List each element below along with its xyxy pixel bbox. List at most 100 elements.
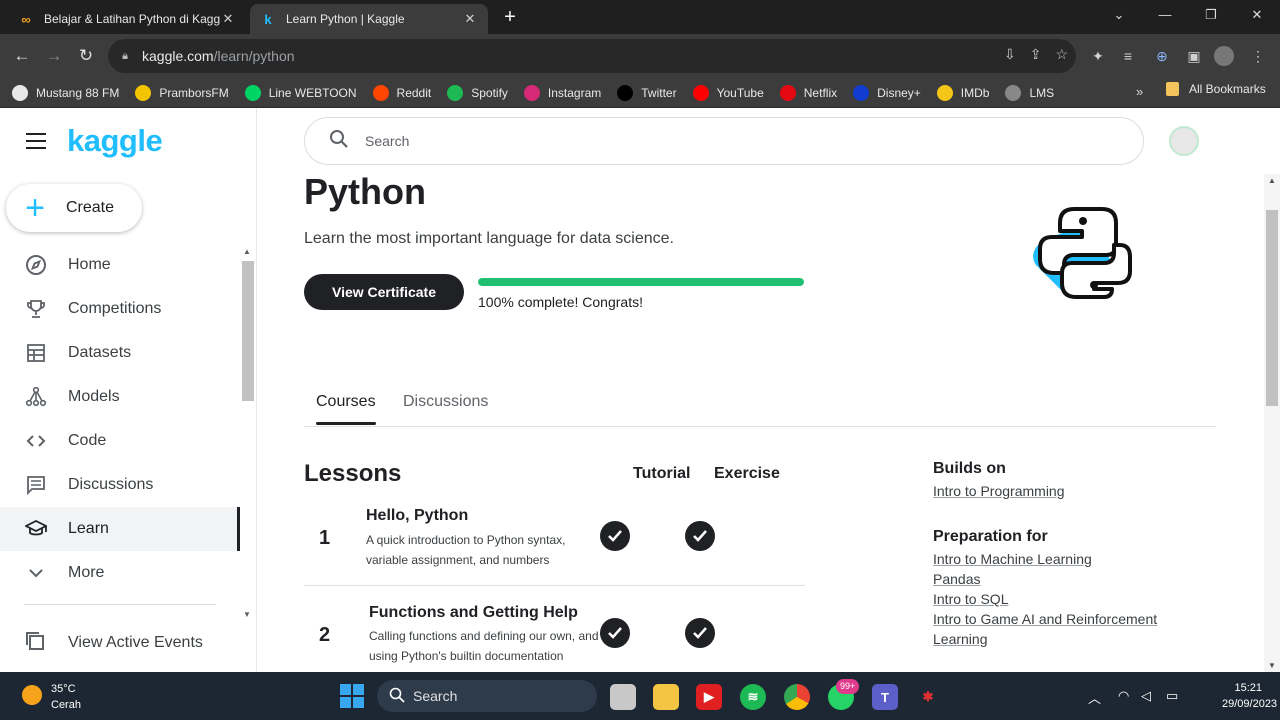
taskbar-clock[interactable]: 15:21 29/09/2023	[1222, 680, 1277, 712]
bookmark-netflix[interactable]: Netflix	[779, 84, 837, 101]
bookmark-label: IMDb	[960, 85, 990, 100]
exercise-complete-check-icon[interactable]	[685, 521, 715, 551]
profile-avatar[interactable]	[1214, 46, 1234, 66]
downloads-icon[interactable]: ⊕	[1152, 46, 1172, 66]
sidebar-item-home[interactable]: Home	[0, 243, 240, 287]
search-bar[interactable]	[304, 117, 1144, 165]
weather-sun-icon[interactable]	[22, 685, 42, 705]
sidebar-scrollbar[interactable]: ▲ ▼	[240, 245, 254, 621]
create-button[interactable]: + Create	[6, 184, 142, 232]
exercise-complete-check-icon[interactable]	[685, 618, 715, 648]
tab-discussions[interactable]: Discussions	[403, 393, 488, 423]
user-avatar[interactable]	[1169, 126, 1199, 156]
sidebar-item-discussions[interactable]: Discussions	[0, 463, 240, 507]
sidebar-item-models[interactable]: Models	[0, 375, 240, 419]
scroll-down-arrow-icon[interactable]: ▼	[1268, 661, 1276, 670]
view-active-events-link[interactable]: View Active Events	[0, 621, 203, 665]
bookmark-twitter[interactable]: Twitter	[617, 84, 677, 101]
preparation-link[interactable]: Intro to SQL	[933, 589, 1008, 609]
lesson-row[interactable]: 1 Hello, Python A quick introduction to …	[304, 501, 805, 598]
start-button[interactable]	[340, 684, 364, 708]
sidebar-item-learn[interactable]: Learn	[0, 507, 240, 551]
preparation-link[interactable]: Pandas	[933, 569, 980, 589]
lessons-heading: Lessons	[304, 460, 402, 487]
bookmarks-bar: Mustang 88 FM PramborsFM Line WEBTOON Reddi…	[0, 78, 1280, 108]
close-tab-icon[interactable]: ✕	[462, 11, 478, 27]
scroll-down-arrow-icon[interactable]: ▼	[243, 610, 251, 619]
bookmark-disney-[interactable]: Disney+	[853, 84, 921, 101]
scrollbar-thumb[interactable]	[242, 261, 254, 401]
browser-tab-active[interactable]: k Learn Python | Kaggle ✕	[250, 4, 488, 34]
bookmark-star-icon[interactable]: ☆	[1055, 46, 1068, 63]
taskbar-search[interactable]: Search	[377, 680, 597, 712]
sidebar-item-competitions[interactable]: Competitions	[0, 287, 240, 331]
scroll-up-arrow-icon[interactable]: ▲	[1268, 176, 1276, 185]
file-explorer-icon[interactable]	[653, 684, 679, 710]
side-panel-icon[interactable]: ▣	[1184, 46, 1204, 66]
forward-button[interactable]: →	[42, 44, 66, 68]
reload-button[interactable]: ↻	[74, 44, 98, 68]
browser-tab-strip: ∞ Belajar & Latihan Python di Kagg ✕ k L…	[0, 0, 1280, 34]
close-tab-icon[interactable]: ✕	[220, 11, 236, 27]
bookmark-mustang-88-fm[interactable]: Mustang 88 FM	[12, 84, 119, 101]
sidebar-item-code[interactable]: Code	[0, 419, 240, 463]
lesson-title[interactable]: Functions and Getting Help	[369, 604, 578, 622]
all-bookmarks-button[interactable]: All Bookmarks	[1166, 82, 1266, 96]
youtube-app-icon[interactable]: ▶	[696, 684, 722, 710]
site-info-icon[interactable]: 🔒︎	[108, 50, 142, 63]
bookmark-reddit[interactable]: Reddit	[372, 84, 431, 101]
browser-menu-icon[interactable]: ⋮	[1248, 46, 1268, 66]
lesson-title[interactable]: Hello, Python	[366, 507, 468, 525]
tutorial-complete-check-icon[interactable]	[600, 618, 630, 648]
restore-button[interactable]: ❐	[1188, 0, 1234, 34]
share-icon[interactable]: ⇪	[1030, 46, 1042, 63]
bookmark-pramborsfm[interactable]: PramborsFM	[135, 84, 229, 101]
chrome-app-icon[interactable]	[784, 684, 810, 710]
search-input[interactable]	[365, 133, 1065, 149]
bookmark-line-webtoon[interactable]: Line WEBTOON	[244, 84, 357, 101]
preparation-link[interactable]: Learning	[933, 629, 988, 649]
tutorial-column-header: Tutorial	[633, 465, 691, 482]
task-view-icon[interactable]	[610, 684, 636, 710]
sidebar-item-more[interactable]: More	[0, 551, 240, 595]
builds-on-link[interactable]: Intro to Programming	[933, 481, 1065, 501]
sidebar-nav: Home Competitions Datasets Models Code Discus…	[0, 243, 240, 595]
new-tab-button[interactable]: +	[498, 6, 522, 30]
view-certificate-button[interactable]: View Certificate	[304, 274, 464, 310]
tab-courses[interactable]: Courses	[316, 393, 376, 425]
course-progress-bar	[478, 278, 804, 286]
page-scrollbar[interactable]: ▲ ▼	[1264, 174, 1280, 672]
weather-widget[interactable]: 35°C Cerah	[51, 681, 81, 713]
bookmark-youtube[interactable]: YouTube	[692, 84, 764, 101]
close-window-button[interactable]: ✕	[1234, 0, 1280, 34]
bug-app-icon[interactable]: ✱	[915, 684, 941, 710]
lms-icon	[1005, 84, 1022, 101]
browser-tab-inactive[interactable]: ∞ Belajar & Latihan Python di Kagg ✕	[8, 4, 246, 34]
spotify-app-icon[interactable]: ≋	[740, 684, 766, 710]
install-app-icon[interactable]: ⇩	[1004, 46, 1016, 63]
bookmark-lms[interactable]: LMS	[1005, 84, 1054, 101]
preparation-link[interactable]: Intro to Game AI and Reinforcement	[933, 609, 1157, 629]
minimize-button[interactable]: —	[1142, 0, 1188, 34]
back-button[interactable]: ←	[10, 44, 34, 68]
show-hidden-icons-chevron-icon[interactable]: ︿	[1088, 688, 1101, 707]
scrollbar-thumb[interactable]	[1266, 210, 1278, 406]
bookmarks-overflow-button[interactable]: »	[1136, 84, 1143, 99]
tutorial-complete-check-icon[interactable]	[600, 521, 630, 551]
bookmark-spotify[interactable]: Spotify	[447, 84, 508, 101]
hamburger-menu-icon[interactable]	[26, 133, 46, 154]
sidebar-item-datasets[interactable]: Datasets	[0, 331, 240, 375]
wifi-icon[interactable]: ◠	[1118, 688, 1129, 704]
scroll-up-arrow-icon[interactable]: ▲	[243, 247, 251, 256]
tab-search-icon[interactable]: ⌄	[1096, 0, 1142, 34]
volume-icon[interactable]: ◁	[1141, 688, 1151, 704]
preparation-link[interactable]: Intro to Machine Learning	[933, 549, 1092, 569]
reading-list-icon[interactable]: ≡	[1118, 46, 1138, 66]
battery-icon[interactable]: ▭	[1166, 688, 1178, 704]
omnibox[interactable]: 🔒︎ kaggle.com/learn/python ⇩ ⇪ ☆	[108, 39, 1076, 73]
extensions-icon[interactable]: ✦	[1088, 46, 1108, 66]
bookmark-instagram[interactable]: Instagram	[523, 84, 601, 101]
kaggle-logo[interactable]: kaggle	[67, 123, 163, 159]
bookmark-imdb[interactable]: IMDb	[936, 84, 990, 101]
teams-app-icon[interactable]: T	[872, 684, 898, 710]
